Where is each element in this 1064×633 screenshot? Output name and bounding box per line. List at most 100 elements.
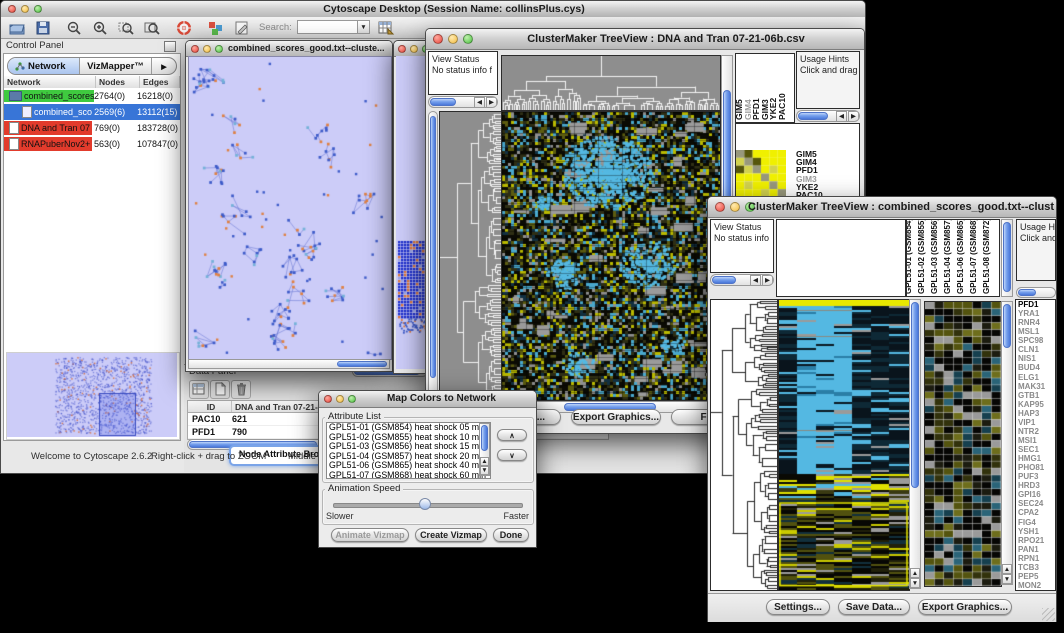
minimize-button[interactable] — [730, 202, 740, 212]
gene-label[interactable]: GPI16 — [1016, 490, 1055, 499]
zoom-selected-icon[interactable] — [115, 18, 137, 38]
scroll-right-icon[interactable]: ▶ — [762, 275, 773, 286]
gene-label[interactable]: PEP5 — [1016, 572, 1055, 581]
tv1-column-dendrogram[interactable] — [501, 55, 721, 111]
network-row[interactable]: combined_scores2764(0)16218(0) — [4, 88, 180, 104]
gene-label[interactable]: SPC98 — [1016, 336, 1055, 345]
gene-label[interactable]: MAK31 — [1016, 382, 1055, 391]
gene-label[interactable]: MON2 — [1016, 581, 1055, 590]
gene-label[interactable]: PAN1 — [1016, 545, 1055, 554]
scrollbar-thumb[interactable] — [798, 112, 828, 120]
gene-label[interactable]: TCB3 — [1016, 563, 1055, 572]
scrollbar-thumb[interactable] — [712, 276, 736, 284]
tv1-heatmap[interactable] — [501, 111, 721, 401]
tv1-export-graphics-button[interactable]: Export Graphics... — [571, 409, 661, 425]
help-lifering-icon[interactable] — [173, 18, 195, 38]
resize-grip[interactable] — [1042, 608, 1055, 621]
tab-network[interactable]: Network — [8, 58, 80, 74]
minimize-button[interactable] — [21, 5, 29, 13]
attribute-listbox[interactable]: GPL51-01 (GSM854) heat shock 05 minGPL51… — [326, 422, 491, 479]
tv1-zoom-heatmap[interactable] — [736, 150, 786, 197]
gene-label[interactable]: KAP95 — [1016, 400, 1055, 409]
minimize-button[interactable] — [336, 395, 344, 403]
gene-label[interactable]: YRA1 — [1016, 309, 1055, 318]
tv2-gene-list[interactable]: PFD1YRA1RNR4MSL1SPC98CLN1NIS1BUD4ELG1MAK… — [1015, 299, 1056, 591]
scroll-down-icon[interactable]: ▼ — [480, 466, 489, 475]
scroll-left-icon[interactable]: ◀ — [836, 111, 847, 122]
network-view-hscrollbar[interactable] — [188, 359, 390, 369]
main-titlebar[interactable]: Cytoscape Desktop (Session Name: collins… — [1, 1, 865, 18]
gene-label[interactable]: NTR2 — [1016, 427, 1055, 436]
network-row[interactable]: DNA and Tran 07769(0)183728(0) — [4, 120, 180, 136]
network-view-titlebar[interactable]: combined_scores_good.txt--cluste... — [186, 41, 392, 57]
close-button[interactable] — [324, 395, 332, 403]
scrollbar-thumb[interactable] — [1018, 289, 1036, 296]
gene-label[interactable]: NIS1 — [1016, 354, 1055, 363]
gene-label[interactable]: RPO21 — [1016, 536, 1055, 545]
gene-label[interactable]: BUD4 — [1016, 363, 1055, 372]
animate-vizmap-button[interactable]: Animate Vizmap — [331, 528, 409, 542]
scroll-down-icon[interactable]: ▼ — [1002, 574, 1012, 584]
attribute-list-vscrollbar[interactable]: ▲ ▼ — [479, 423, 490, 476]
scrollbar-thumb[interactable] — [1003, 222, 1011, 292]
network-row[interactable]: RNAPuberNov2+563(0)107847(0) — [4, 136, 180, 152]
scroll-up-icon[interactable]: ▲ — [480, 457, 489, 466]
scroll-right-icon[interactable]: ▶ — [848, 111, 859, 122]
tv2-status-scrollbar[interactable]: ◀ ▶ — [710, 274, 774, 286]
save-session-icon[interactable] — [32, 18, 54, 38]
tv2-heatmap-vscrollbar[interactable]: ▲ ▼ — [909, 299, 921, 589]
annotation-icon[interactable] — [231, 18, 253, 38]
gene-label[interactable]: CLN1 — [1016, 345, 1055, 354]
float-panel-icon[interactable] — [164, 41, 176, 52]
gene-label[interactable]: MSI1 — [1016, 436, 1055, 445]
close-button[interactable] — [433, 34, 443, 44]
close-button[interactable] — [715, 202, 725, 212]
scrollbar-thumb[interactable] — [1003, 304, 1011, 348]
scrollbar-thumb[interactable] — [430, 98, 456, 106]
move-up-button[interactable]: ∧ — [497, 429, 527, 441]
zoom-out-icon[interactable] — [63, 18, 85, 38]
tv1-left-vscrollbar[interactable] — [428, 111, 438, 399]
create-vizmap-button[interactable]: Create Vizmap — [415, 528, 487, 542]
dialog-titlebar[interactable]: Map Colors to Network — [319, 391, 536, 408]
delete-attribute-icon[interactable] — [231, 380, 251, 399]
tv2-zoom-vscrollbar[interactable]: ▲ ▼ — [1001, 301, 1013, 585]
tab-overflow[interactable]: ▶ — [152, 58, 176, 74]
col-network[interactable]: Network — [4, 76, 96, 88]
scroll-up-icon[interactable]: ▲ — [1002, 564, 1012, 574]
gene-label[interactable]: PHO81 — [1016, 463, 1055, 472]
gene-label[interactable]: HAP3 — [1016, 409, 1055, 418]
gene-label[interactable]: SEC24 — [1016, 499, 1055, 508]
gene-label[interactable]: FIG4 — [1016, 518, 1055, 527]
tv2-settings-button[interactable]: Settings... — [766, 599, 830, 615]
search-input[interactable] — [297, 20, 358, 34]
gene-label[interactable]: RNR4 — [1016, 318, 1055, 327]
attribute-table-icon[interactable] — [375, 18, 397, 38]
gene-label[interactable]: VIP1 — [1016, 418, 1055, 427]
tv2-zoom-heatmap[interactable] — [924, 301, 1002, 587]
attr-col-id[interactable]: ID — [188, 401, 232, 412]
tab-vizmapper[interactable]: VizMapper™ — [80, 58, 152, 74]
gene-label[interactable]: MSL1 — [1016, 327, 1055, 336]
search-dropdown-icon[interactable]: ▼ — [357, 20, 370, 34]
gene-label[interactable]: HMG1 — [1016, 454, 1055, 463]
attribute-list-item[interactable]: GPL51-07 (GSM868) heat shock 60 min — [327, 471, 490, 480]
tv2-save-data-button[interactable]: Save Data... — [838, 599, 910, 615]
tv2-collabel-scrollbar[interactable] — [1001, 219, 1013, 297]
move-down-button[interactable]: ∨ — [497, 449, 527, 461]
network-canvas[interactable] — [188, 56, 392, 360]
gene-label[interactable]: RPN1 — [1016, 554, 1055, 563]
gene-label[interactable]: CPA2 — [1016, 508, 1055, 517]
zoom-button[interactable] — [215, 45, 223, 53]
gene-label[interactable]: PFD1 — [1016, 300, 1055, 309]
gene-label[interactable]: GTB1 — [1016, 391, 1055, 400]
tv2-heatmap[interactable] — [778, 299, 910, 591]
scrollbar-thumb[interactable] — [337, 361, 387, 367]
zoom-button[interactable] — [463, 34, 473, 44]
speed-slider-thumb[interactable] — [419, 498, 431, 510]
close-button[interactable] — [8, 5, 16, 13]
col-nodes[interactable]: Nodes — [96, 76, 140, 88]
network-overview-canvas[interactable] — [7, 353, 177, 437]
gene-label[interactable]: ELG1 — [1016, 373, 1055, 382]
scroll-down-icon[interactable]: ▼ — [910, 578, 920, 588]
